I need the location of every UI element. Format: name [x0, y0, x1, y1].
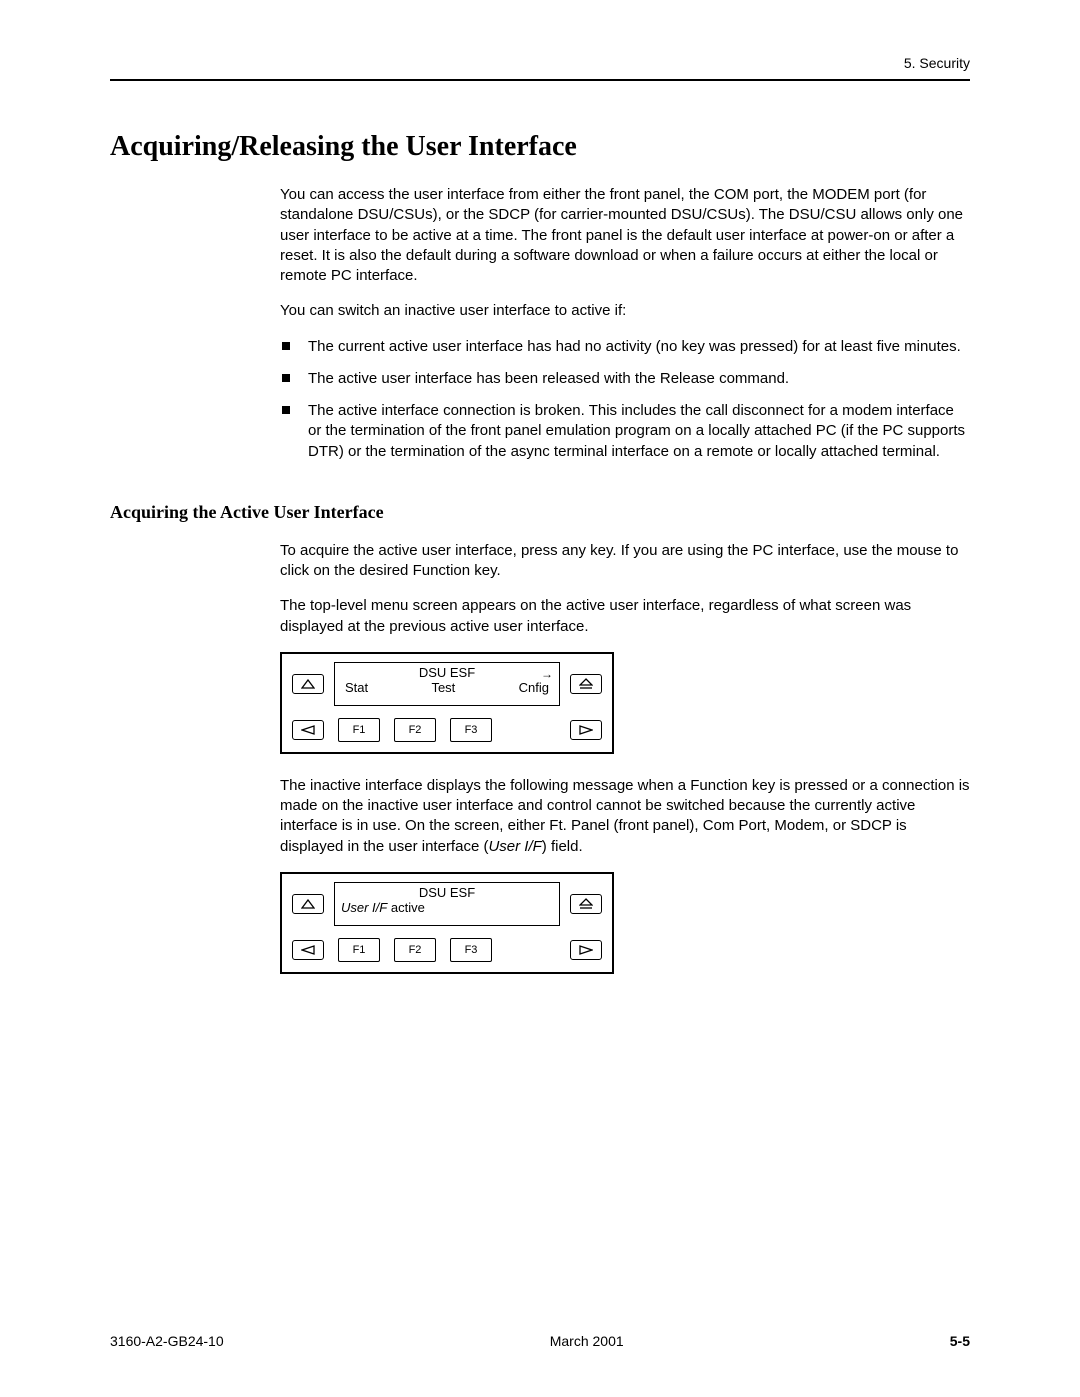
list-item: The current active user interface has ha…: [280, 337, 970, 357]
f2-key: F2: [394, 718, 436, 742]
lcd-panel-figure-1: → DSU ESF Stat Test Cnfig F1: [280, 652, 614, 754]
lcd-screen: DSU ESF User I/F active: [334, 882, 560, 926]
lcd-menu-row: Stat Test Cnfig: [335, 680, 559, 697]
list-item: The active user interface has been relea…: [280, 369, 970, 389]
page: 5. Security Acquiring/Releasing the User…: [0, 0, 1080, 1397]
f1-key: F1: [338, 718, 380, 742]
lcd-menu-item: Test: [431, 680, 455, 695]
f3-key: F3: [450, 938, 492, 962]
acquire-paragraph-3: The inactive interface displays the foll…: [280, 776, 970, 857]
right-key-icon: [570, 940, 602, 960]
page-number: 5-5: [950, 1333, 970, 1349]
page-footer: 3160-A2-GB24-10 March 2001 5-5: [110, 1333, 970, 1349]
doc-date: March 2001: [550, 1333, 624, 1349]
f3-key: F3: [450, 718, 492, 742]
up-key-icon: [292, 674, 324, 694]
up-key-icon: [292, 894, 324, 914]
lcd-status-line: User I/F active: [335, 900, 559, 917]
acquire-paragraph-2: The top-level menu screen appears on the…: [280, 596, 970, 637]
intro-block: You can access the user interface from e…: [280, 185, 970, 462]
lcd-title: DSU ESF: [335, 883, 559, 900]
user-if-italic: User I/F: [341, 900, 387, 915]
list-item: The active interface connection is broke…: [280, 401, 970, 462]
lcd-title: DSU ESF: [335, 663, 559, 680]
header-section-label: 5. Security: [110, 55, 970, 81]
lcd-panel-figure-2: DSU ESF User I/F active F1 F2 F3: [280, 872, 614, 974]
eject-key-icon: [570, 894, 602, 914]
page-title: Acquiring/Releasing the User Interface: [110, 131, 970, 163]
intro-paragraph-2: You can switch an inactive user interfac…: [280, 301, 970, 321]
right-key-icon: [570, 720, 602, 740]
lcd-menu-item: Cnfig: [519, 680, 549, 695]
function-keys-row: F1 F2 F3: [334, 718, 560, 742]
intro-paragraph-1: You can access the user interface from e…: [280, 185, 970, 286]
text-run: The inactive interface displays the foll…: [280, 777, 970, 855]
doc-number: 3160-A2-GB24-10: [110, 1333, 224, 1349]
user-if-italic: User I/F: [488, 838, 541, 855]
lcd-menu-item: Stat: [345, 680, 368, 695]
lcd-screen: → DSU ESF Stat Test Cnfig: [334, 662, 560, 706]
text-run: ) field.: [542, 838, 583, 855]
scroll-right-arrow-icon: →: [541, 667, 553, 681]
subheading-acquiring: Acquiring the Active User Interface: [110, 502, 970, 523]
function-keys-row: F1 F2 F3: [334, 938, 560, 962]
left-key-icon: [292, 940, 324, 960]
lcd-status-text: active: [387, 900, 425, 915]
switch-conditions-list: The current active user interface has ha…: [280, 337, 970, 462]
f1-key: F1: [338, 938, 380, 962]
f2-key: F2: [394, 938, 436, 962]
acquire-paragraph-1: To acquire the active user interface, pr…: [280, 541, 970, 582]
left-key-icon: [292, 720, 324, 740]
acquiring-block: To acquire the active user interface, pr…: [280, 541, 970, 974]
eject-key-icon: [570, 674, 602, 694]
